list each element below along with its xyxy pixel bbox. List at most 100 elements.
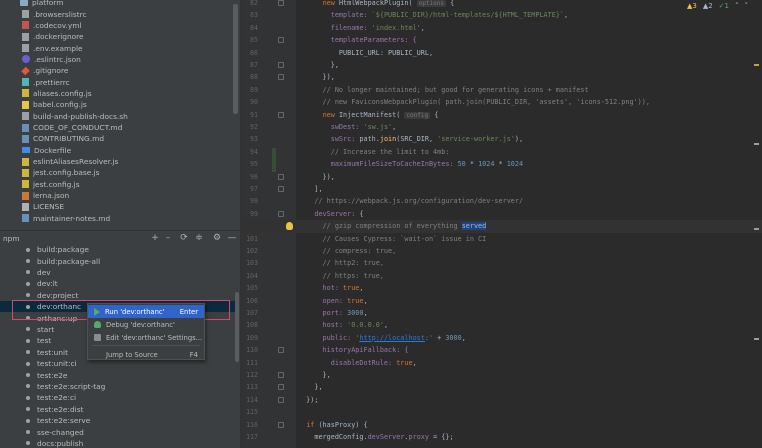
code-editor[interactable]: 8283848586878889909192939495969798991001… (242, 0, 762, 448)
file-tree-item[interactable]: maintainer-notes.md (0, 213, 232, 224)
file-tree-item[interactable]: Dockerfile (0, 145, 232, 156)
npm-script-item[interactable]: build:package-all (0, 255, 238, 266)
code-line[interactable]: // https://webpack.js.org/configuration/… (298, 195, 523, 207)
add-icon[interactable]: + (150, 233, 160, 243)
file-tree-item[interactable]: CODE_OF_CONDUCT.md (0, 122, 232, 133)
code-line[interactable]: }, (298, 381, 322, 393)
file-tree-item[interactable]: .prettierrc (0, 76, 232, 87)
file-tree-item[interactable]: babel.config.js (0, 99, 232, 110)
lightbulb-icon[interactable] (286, 222, 293, 230)
npm-script-item[interactable]: test:e2e:script-tag (0, 381, 238, 392)
error-stripe-mark[interactable] (754, 143, 759, 145)
fold-icon[interactable] (278, 384, 284, 391)
file-tree-item[interactable]: .env.example (0, 42, 232, 53)
file-tree-item[interactable]: aliases.config.js (0, 88, 232, 99)
editor-scrollbar[interactable] (754, 0, 760, 448)
file-tree-item[interactable]: build-and-publish-docs.sh (0, 111, 232, 122)
fold-icon[interactable] (278, 62, 284, 68)
code-line[interactable]: filename: 'index.html', (298, 22, 425, 34)
fold-icon[interactable] (278, 347, 284, 354)
file-tree-item[interactable]: .gitignore (0, 65, 232, 76)
fold-icon[interactable] (278, 186, 284, 192)
file-tree-item[interactable]: .codecov.yml (0, 20, 232, 31)
fold-icon[interactable] (278, 0, 284, 6)
file-tree-item[interactable]: CONTRIBUTING.md (0, 133, 232, 144)
code-line[interactable]: devServer: { (298, 208, 363, 220)
npm-scrollbar[interactable] (235, 292, 239, 362)
code-line[interactable]: // Causes Cypress: `wait-on` issue in CI (298, 233, 487, 245)
context-menu-item[interactable]: Run 'dev:orthanc' Enter (88, 305, 204, 318)
chevron-down-icon[interactable]: ˅ (745, 2, 749, 10)
code-line[interactable]: new InjectManifest( config { (298, 109, 438, 121)
file-tree-item[interactable]: .browserslistrc (0, 8, 232, 19)
code-line[interactable]: }, (298, 59, 339, 71)
refresh-icon[interactable]: ⟳ (179, 233, 189, 243)
npm-script-item[interactable]: build:package (0, 244, 238, 255)
code-line[interactable]: host: '0.0.0.0', (298, 319, 389, 331)
code-line[interactable]: // new FaviconsWebpackPlugin( path.join(… (298, 96, 650, 108)
file-tree-item[interactable]: eslintAliasesResolver.js (0, 156, 232, 167)
fold-icon[interactable] (278, 173, 284, 180)
code-line[interactable]: templateParameters: { (298, 34, 417, 46)
collapse-icon[interactable]: – (163, 233, 173, 243)
fold-icon[interactable] (278, 421, 284, 428)
code-line[interactable]: swSrc: path.join(SRC_DIR, 'service-worke… (298, 133, 523, 145)
code-line[interactable]: disableDotRule: true, (298, 357, 417, 369)
fold-icon[interactable] (278, 111, 284, 118)
chevron-up-icon[interactable]: ˄ (735, 2, 739, 10)
minimize-icon[interactable]: — (227, 233, 237, 243)
code-line[interactable]: }), (298, 171, 335, 183)
context-menu-item[interactable]: Debug 'dev:orthanc' (88, 318, 204, 331)
code-line[interactable]: }); (298, 394, 318, 406)
warnings-count[interactable]: ▲3 (687, 2, 697, 10)
code-line[interactable]: swDest: 'sw.js', (298, 121, 397, 133)
file-tree-item[interactable]: platform (0, 0, 232, 8)
code-line[interactable]: if (hasProxy) { (298, 419, 367, 431)
code-line[interactable]: }), (298, 71, 335, 83)
npm-script-item[interactable]: dev:project (0, 290, 238, 301)
context-menu-item[interactable]: Edit 'dev:orthanc' Settings... (88, 331, 204, 344)
code-line[interactable]: new HtmlWebpackPlugin( options { (298, 0, 454, 9)
code-line[interactable]: hot: true, (298, 282, 364, 294)
fold-icon[interactable] (278, 210, 284, 217)
code-line[interactable]: }, (298, 369, 331, 381)
fold-icon[interactable] (278, 37, 284, 44)
npm-script-item[interactable]: dev (0, 267, 238, 278)
code-line[interactable]: // http2: true, (298, 257, 384, 269)
fold-icon[interactable] (278, 396, 284, 403)
code-line[interactable]: historyApiFallback: { (298, 344, 409, 356)
code-line[interactable]: // No longer maintained; but good for ge… (298, 84, 589, 96)
npm-script-item[interactable]: test:e2e:dist (0, 404, 238, 415)
fold-icon[interactable] (278, 372, 284, 378)
project-scrollbar[interactable] (233, 4, 238, 114)
context-menu-item[interactable]: Jump to Source F4 (88, 348, 204, 361)
code-line[interactable]: ], (298, 183, 322, 195)
expand-all-icon[interactable]: ≑ (194, 233, 204, 243)
npm-script-item[interactable]: docs:publish (0, 438, 238, 448)
gear-icon[interactable]: ⚙ (212, 233, 222, 243)
npm-script-item[interactable]: test:e2e (0, 369, 238, 380)
typos-count[interactable]: ✓1 (719, 2, 729, 10)
code-line[interactable]: open: true, (298, 295, 368, 307)
code-line[interactable]: // https: true, (298, 270, 384, 282)
npm-script-item[interactable]: dev:lt (0, 278, 238, 289)
file-tree-item[interactable]: jest.config.base.js (0, 167, 232, 178)
error-stripe-mark[interactable] (754, 338, 759, 340)
file-tree-item[interactable]: .eslintrc.json (0, 54, 232, 65)
error-stripe-mark[interactable] (754, 64, 759, 66)
code-line[interactable]: mergedConfig.devServer.proxy = {}; (298, 431, 453, 443)
code-line[interactable]: // gzip compression of everything served (298, 220, 487, 232)
file-tree-item[interactable]: LICENSE (0, 201, 232, 212)
inspection-widget[interactable]: ▲3 ▲2 ✓1 ˄ ˅ (687, 2, 748, 10)
code-line[interactable]: public: 'http://localhost:' + 3000, (298, 332, 466, 344)
npm-script-item[interactable]: test:e2e:serve (0, 415, 238, 426)
file-tree-item[interactable]: .dockerignore (0, 31, 232, 42)
npm-script-item[interactable]: test:e2e:ci (0, 392, 238, 403)
file-tree-item[interactable]: lerna.json (0, 190, 232, 201)
code-line[interactable]: template: `${PUBLIC_DIR}/html-templates/… (298, 9, 568, 21)
code-line[interactable]: // Increase the limit to 4mb: (298, 146, 450, 158)
code-line[interactable]: PUBLIC_URL: PUBLIC_URL, (298, 47, 433, 59)
code-line[interactable]: maximumFileSizeToCacheInBytes: 50 * 1024… (298, 158, 523, 170)
file-tree-item[interactable]: jest.config.js (0, 179, 232, 190)
npm-script-item[interactable]: sse-changed (0, 426, 238, 437)
